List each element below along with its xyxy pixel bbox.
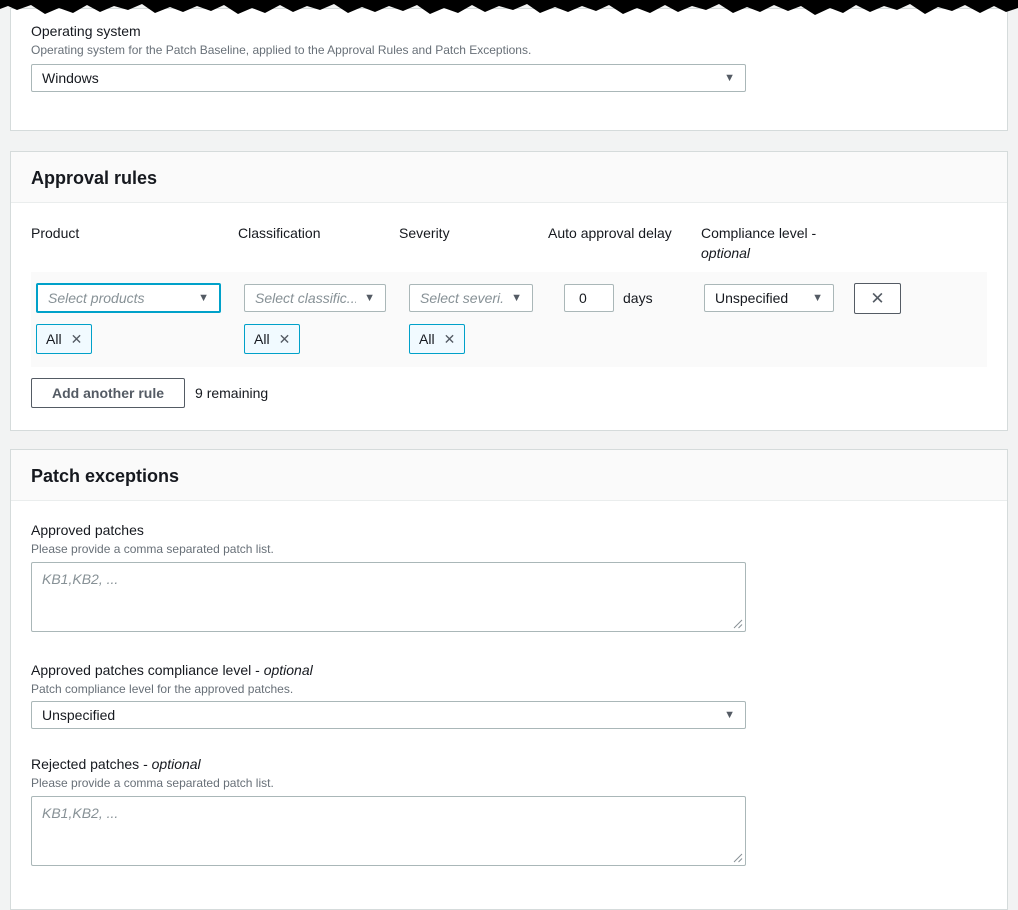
approved-patches-description: Please provide a comma separated patch l…: [31, 541, 987, 557]
approved-patches-label: Approved patches: [31, 521, 987, 539]
rejected-patches-field: Rejected patches - optional Please provi…: [31, 755, 987, 869]
product-token-all: All ✕: [36, 324, 92, 354]
classification-select-placeholder: Select classific...: [255, 290, 356, 306]
operating-system-description: Operating system for the Patch Baseline,…: [31, 42, 987, 58]
column-header-severity: Severity: [399, 223, 548, 263]
approval-rules-title: Approval rules: [31, 167, 987, 189]
caret-down-icon: ▼: [724, 73, 735, 84]
rejected-patches-label: Rejected patches - optional: [31, 755, 987, 773]
caret-down-icon: ▼: [724, 710, 735, 721]
approval-rule-row: Select products ▼ Select classific... ▼ …: [31, 272, 987, 367]
rule-column-headers: Product Classification Severity Auto app…: [31, 223, 987, 263]
approved-compliance-field: Approved patches compliance level - opti…: [31, 661, 987, 729]
approved-compliance-label: Approved patches compliance level - opti…: [31, 661, 987, 679]
dismiss-icon[interactable]: ✕: [71, 331, 83, 348]
classification-token-all: All ✕: [244, 324, 300, 354]
caret-down-icon: ▼: [198, 293, 209, 304]
approval-rules-section: Approval rules Product Classification Se…: [10, 151, 1008, 431]
severity-token-all: All ✕: [409, 324, 465, 354]
product-select[interactable]: Select products ▼: [36, 283, 221, 313]
caret-down-icon: ▼: [511, 293, 522, 304]
approved-patches-field: Approved patches Please provide a comma …: [31, 521, 987, 635]
optional-suffix: optional: [701, 245, 750, 261]
remove-rule-button[interactable]: ✕: [854, 283, 901, 314]
caret-down-icon: ▼: [812, 293, 823, 304]
severity-select[interactable]: Select severi... ▼: [409, 284, 533, 312]
patch-exceptions-header: Patch exceptions: [11, 450, 1007, 501]
column-header-classification: Classification: [238, 223, 399, 263]
compliance-level-select[interactable]: Unspecified ▼: [704, 284, 834, 312]
operating-system-label: Operating system: [31, 22, 987, 40]
approval-rules-header: Approval rules: [11, 152, 1007, 203]
classification-select[interactable]: Select classific... ▼: [244, 284, 386, 312]
column-header-product: Product: [31, 223, 238, 263]
operating-system-selected-value: Windows: [42, 70, 99, 86]
dismiss-icon[interactable]: ✕: [279, 331, 291, 348]
operating-system-section: Operating system Operating system for th…: [10, 8, 1008, 131]
rules-remaining-text: 9 remaining: [195, 385, 268, 401]
approved-patches-textarea[interactable]: [31, 562, 746, 632]
product-select-placeholder: Select products: [48, 290, 145, 306]
approved-compliance-select[interactable]: Unspecified ▼: [31, 701, 746, 729]
rejected-patches-description: Please provide a comma separated patch l…: [31, 775, 987, 791]
add-another-rule-button[interactable]: Add another rule: [31, 378, 185, 408]
approved-compliance-selected-value: Unspecified: [42, 707, 115, 723]
operating-system-select[interactable]: Windows ▼: [31, 64, 746, 92]
approved-compliance-description: Patch compliance level for the approved …: [31, 681, 987, 697]
severity-select-placeholder: Select severi...: [420, 290, 503, 306]
caret-down-icon: ▼: [364, 293, 375, 304]
dismiss-icon[interactable]: ✕: [444, 331, 456, 348]
resize-handle[interactable]: [733, 853, 743, 863]
compliance-level-selected-value: Unspecified: [715, 290, 788, 306]
delay-unit-label: days: [623, 284, 653, 312]
page-content: Operating system Operating system for th…: [10, 8, 1008, 910]
column-header-auto-approval-delay: Auto approval delay: [548, 223, 701, 263]
rejected-patches-textarea[interactable]: [31, 796, 746, 866]
auto-approval-delay-input[interactable]: [564, 284, 614, 312]
optional-suffix: optional: [264, 662, 313, 678]
resize-handle[interactable]: [733, 619, 743, 629]
patch-exceptions-section: Patch exceptions Approved patches Please…: [10, 449, 1008, 910]
close-icon: ✕: [870, 289, 884, 308]
optional-suffix: optional: [152, 756, 201, 772]
column-header-compliance-level: Compliance level - optional: [701, 223, 987, 263]
patch-exceptions-title: Patch exceptions: [31, 465, 987, 487]
